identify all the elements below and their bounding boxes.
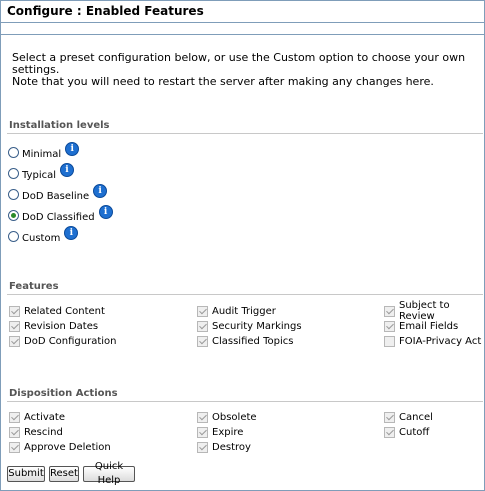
checkbox[interactable]	[9, 441, 20, 453]
installation-heading: Installation levels	[9, 120, 110, 131]
action-expire[interactable]: Expire	[197, 425, 243, 439]
disposition-heading: Disposition Actions	[9, 388, 118, 399]
radio-custom[interactable]: Custom i	[8, 226, 79, 244]
checkbox[interactable]	[384, 426, 395, 438]
checkbox-label: FOIA-Privacy Act	[399, 335, 482, 347]
checkbox-label: Approve Deletion	[24, 441, 111, 453]
checkbox-label: Obsolete	[212, 411, 257, 423]
checkbox-label: Classified Topics	[212, 335, 294, 347]
info-icon[interactable]: i	[64, 226, 79, 240]
checkbox-label: Related Content	[24, 305, 105, 317]
action-cutoff[interactable]: Cutoff	[384, 425, 429, 439]
checkbox-label: Security Markings	[212, 320, 302, 332]
header-divider	[0, 34, 485, 35]
intro-line-2: Note that you will need to restart the s…	[12, 75, 434, 88]
info-icon[interactable]: i	[93, 184, 108, 198]
checkbox-label: Expire	[212, 426, 244, 438]
radio-typical[interactable]: Typical i	[8, 163, 74, 181]
checkbox[interactable]	[197, 320, 208, 332]
radio-dod-baseline[interactable]: DoD Baseline i	[8, 184, 108, 202]
checkbox-label: Cancel	[399, 411, 433, 423]
installation-divider	[7, 133, 483, 134]
radio-dod-classified[interactable]: DoD Classified i	[8, 205, 113, 223]
quick-help-button[interactable]: Quick Help	[83, 461, 135, 486]
checkbox[interactable]	[384, 320, 395, 332]
radio-label: Custom	[22, 232, 61, 244]
feature-email-fields[interactable]: Email Fields	[384, 319, 458, 333]
checkbox[interactable]	[384, 335, 395, 347]
checkbox-label: Rescind	[24, 426, 63, 438]
radio-minimal[interactable]: Minimal i	[8, 142, 80, 160]
title-divider	[0, 22, 485, 23]
intro-text: Select a preset configuration below, or …	[12, 52, 477, 88]
radio-button[interactable]	[8, 146, 19, 158]
checkbox[interactable]	[9, 305, 20, 317]
feature-security-markings[interactable]: Security Markings	[197, 319, 302, 333]
radio-button-selected[interactable]	[8, 209, 19, 221]
checkbox[interactable]	[197, 335, 208, 347]
disposition-divider	[7, 401, 483, 402]
feature-dod-configuration[interactable]: DoD Configuration	[9, 334, 117, 348]
radio-button[interactable]	[8, 188, 19, 200]
checkbox[interactable]	[9, 320, 20, 332]
checkbox[interactable]	[384, 305, 395, 317]
radio-button[interactable]	[8, 230, 19, 242]
action-activate[interactable]: Activate	[9, 410, 65, 424]
radio-label: Typical	[22, 169, 56, 181]
reset-button[interactable]: Reset	[49, 466, 79, 482]
radio-label: Minimal	[22, 148, 62, 160]
action-approve-deletion[interactable]: Approve Deletion	[9, 440, 111, 454]
checkbox[interactable]	[197, 426, 208, 438]
feature-related-content[interactable]: Related Content	[9, 304, 105, 318]
info-icon[interactable]: i	[60, 163, 74, 177]
feature-revision-dates[interactable]: Revision Dates	[9, 319, 98, 333]
checkbox-label: Revision Dates	[24, 320, 99, 332]
checkbox[interactable]	[197, 411, 208, 423]
checkbox[interactable]	[197, 441, 208, 453]
checkbox-label: Email Fields	[399, 320, 459, 332]
checkbox[interactable]	[9, 335, 20, 347]
feature-classified-topics[interactable]: Classified Topics	[197, 334, 293, 348]
feature-subject-to-review[interactable]: Subject to Review	[384, 300, 485, 322]
checkbox[interactable]	[9, 426, 20, 438]
checkbox[interactable]	[384, 411, 395, 423]
checkbox-label: Activate	[24, 411, 65, 423]
checkbox-label: Destroy	[212, 441, 251, 453]
checkbox[interactable]	[197, 305, 208, 317]
action-rescind[interactable]: Rescind	[9, 425, 63, 439]
features-divider	[7, 294, 483, 295]
radio-label: DoD Classified	[22, 211, 95, 223]
action-destroy[interactable]: Destroy	[197, 440, 251, 454]
feature-audit-trigger[interactable]: Audit Trigger	[197, 304, 276, 318]
info-icon[interactable]: i	[98, 205, 113, 219]
checkbox[interactable]	[9, 411, 20, 423]
checkbox-label: Cutoff	[399, 426, 430, 438]
action-cancel[interactable]: Cancel	[384, 410, 433, 424]
radio-label: DoD Baseline	[22, 190, 90, 202]
checkbox-label: DoD Configuration	[24, 335, 117, 347]
radio-button[interactable]	[8, 167, 19, 179]
action-obsolete[interactable]: Obsolete	[197, 410, 257, 424]
intro-line-1: Select a preset configuration below, or …	[12, 51, 466, 76]
page-title: Configure : Enabled Features	[7, 4, 204, 18]
features-heading: Features	[9, 281, 59, 292]
feature-foia-privacy-act[interactable]: FOIA-Privacy Act	[384, 334, 481, 348]
checkbox-label: Audit Trigger	[212, 305, 276, 317]
info-icon[interactable]: i	[65, 142, 80, 156]
submit-button[interactable]: Submit	[7, 466, 45, 482]
